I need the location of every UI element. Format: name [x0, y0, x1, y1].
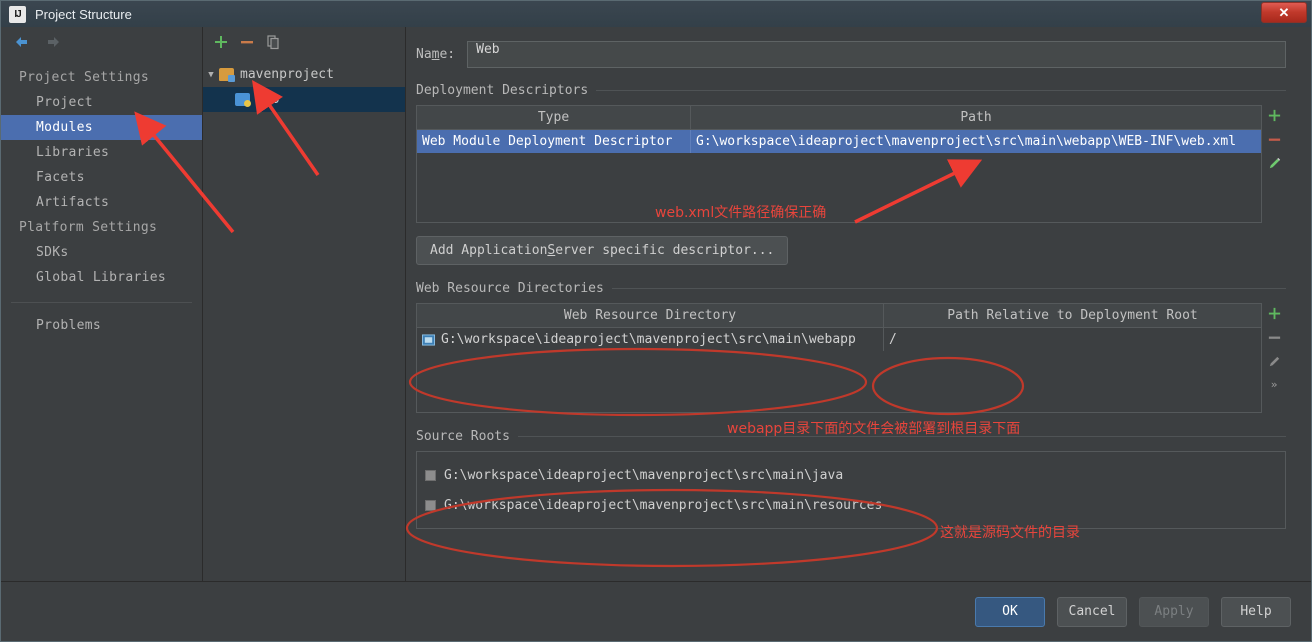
close-icon[interactable]: ✕ [1261, 2, 1307, 23]
web-resource-directories-table: Web Resource Directory Path Relative to … [416, 303, 1262, 413]
column-header-path[interactable]: Path [690, 106, 1261, 129]
dialog-footer: OK Cancel Apply Help [1, 581, 1311, 641]
add-app-server-descriptor-button[interactable]: Add Application Server specific descript… [416, 236, 789, 265]
add-web-resource-button[interactable] [1267, 306, 1282, 321]
deployment-descriptors-table: Type Path Web Module Deployment Descript… [416, 105, 1262, 223]
forward-arrow-icon[interactable] [44, 33, 62, 51]
project-structure-dialog: IJ Project Structure ✕ Project Settings … [0, 0, 1312, 642]
folder-icon [219, 68, 235, 82]
source-root-path: G:\workspace\ideaproject\mavenproject\sr… [444, 497, 883, 513]
table-header: Web Resource Directory Path Relative to … [417, 304, 1261, 328]
edit-web-resource-button[interactable] [1267, 354, 1282, 369]
add-descriptor-button[interactable] [1267, 108, 1282, 123]
name-row: Name: Web [406, 41, 1311, 68]
sidebar-group-platform-settings: Platform Settings [19, 220, 158, 235]
expand-more-button[interactable]: » [1271, 378, 1278, 391]
tree-node-label: mavenproject [240, 67, 334, 82]
web-facet-icon [235, 93, 251, 107]
web-resource-directories-title: Web Resource Directories [416, 281, 1286, 296]
table-row[interactable]: Web Module Deployment Descriptor G:\work… [417, 130, 1261, 153]
settings-sidebar: Project Settings Project Modules Librari… [1, 27, 203, 581]
sidebar-item-sdks[interactable]: SDKs [1, 240, 202, 265]
sidebar-item-global-libraries[interactable]: Global Libraries [1, 265, 202, 290]
cell-type: Web Module Deployment Descriptor [422, 134, 673, 149]
ok-button[interactable]: OK [975, 596, 1045, 627]
sidebar-group-project-settings: Project Settings [19, 70, 150, 85]
edit-descriptor-button[interactable] [1267, 156, 1282, 171]
web-resource-directories-section: Web Resource Directories Web Resource Di… [406, 281, 1311, 413]
app-icon: IJ [9, 5, 26, 23]
cell-text: G:\workspace\ideaproject\mavenproject\sr… [441, 332, 856, 347]
list-item[interactable]: G:\workspace\ideaproject\mavenproject\sr… [425, 460, 1285, 490]
table-row[interactable]: G:\workspace\ideaproject\mavenproject\sr… [417, 328, 1261, 351]
module-tree-panel: ▼ mavenproject Web [203, 27, 406, 581]
back-arrow-icon[interactable] [13, 33, 31, 51]
tree-node-web[interactable]: Web [203, 87, 405, 112]
table-header: Type Path [417, 106, 1261, 130]
title-bar: IJ Project Structure ✕ [1, 1, 1311, 27]
cell-path-relative: / [883, 328, 1261, 351]
sidebar-item-modules[interactable]: Modules [1, 115, 202, 140]
list-item[interactable]: G:\workspace\ideaproject\mavenproject\sr… [425, 490, 1285, 520]
web-resource-table-buttons: » [1262, 303, 1286, 413]
tree-node-mavenproject[interactable]: ▼ mavenproject [203, 62, 405, 87]
deployment-descriptors-title: Deployment Descriptors [416, 83, 1286, 98]
add-app-server-row: Add Application Server specific descript… [406, 236, 1311, 265]
source-roots-title: Source Roots [416, 429, 1286, 444]
sidebar-item-project[interactable]: Project [1, 90, 202, 115]
column-header-type[interactable]: Type [417, 106, 690, 129]
module-details-pane: Name: Web Deployment Descriptors Type Pa… [406, 27, 1311, 581]
sidebar-item-artifacts[interactable]: Artifacts [1, 190, 202, 215]
remove-descriptor-button[interactable] [1267, 132, 1282, 147]
deployment-descriptors-section: Deployment Descriptors Type Path Web Mod… [406, 83, 1311, 223]
module-tree-toolbar [203, 27, 405, 57]
cancel-button[interactable]: Cancel [1057, 596, 1127, 627]
sidebar-item-libraries[interactable]: Libraries [1, 140, 202, 165]
source-root-icon [425, 499, 436, 511]
source-roots-section: Source Roots G:\workspace\ideaproject\ma… [406, 429, 1311, 529]
module-tree-items: ▼ mavenproject Web [203, 57, 405, 112]
source-roots-list: G:\workspace\ideaproject\mavenproject\sr… [416, 451, 1286, 529]
column-header-web-resource-directory[interactable]: Web Resource Directory [417, 304, 883, 327]
cell-path: G:\workspace\ideaproject\mavenproject\sr… [690, 130, 1261, 153]
tree-node-label: Web [256, 92, 280, 107]
deployment-table-buttons [1262, 105, 1286, 223]
name-label: Name: [416, 47, 456, 62]
add-module-button[interactable] [213, 34, 229, 50]
source-root-icon [425, 469, 436, 481]
copy-module-button[interactable] [265, 34, 281, 50]
name-input[interactable]: Web [467, 41, 1286, 68]
sidebar-nav [1, 27, 202, 57]
directory-icon [422, 333, 435, 346]
apply-button: Apply [1139, 596, 1209, 627]
sidebar-item-facets[interactable]: Facets [1, 165, 202, 190]
source-root-path: G:\workspace\ideaproject\mavenproject\sr… [444, 467, 844, 483]
sidebar-list: Project Settings Project Modules Librari… [1, 57, 202, 338]
remove-module-button[interactable] [239, 34, 255, 50]
column-header-path-relative[interactable]: Path Relative to Deployment Root [883, 304, 1261, 327]
cell-web-resource-directory: G:\workspace\ideaproject\mavenproject\sr… [417, 328, 883, 351]
remove-web-resource-button[interactable] [1267, 330, 1282, 345]
sidebar-item-problems[interactable]: Problems [1, 313, 202, 338]
window-title: Project Structure [35, 6, 132, 22]
help-button[interactable]: Help [1221, 596, 1291, 627]
chevron-down-icon[interactable]: ▼ [203, 70, 219, 80]
sidebar-divider [11, 302, 192, 303]
